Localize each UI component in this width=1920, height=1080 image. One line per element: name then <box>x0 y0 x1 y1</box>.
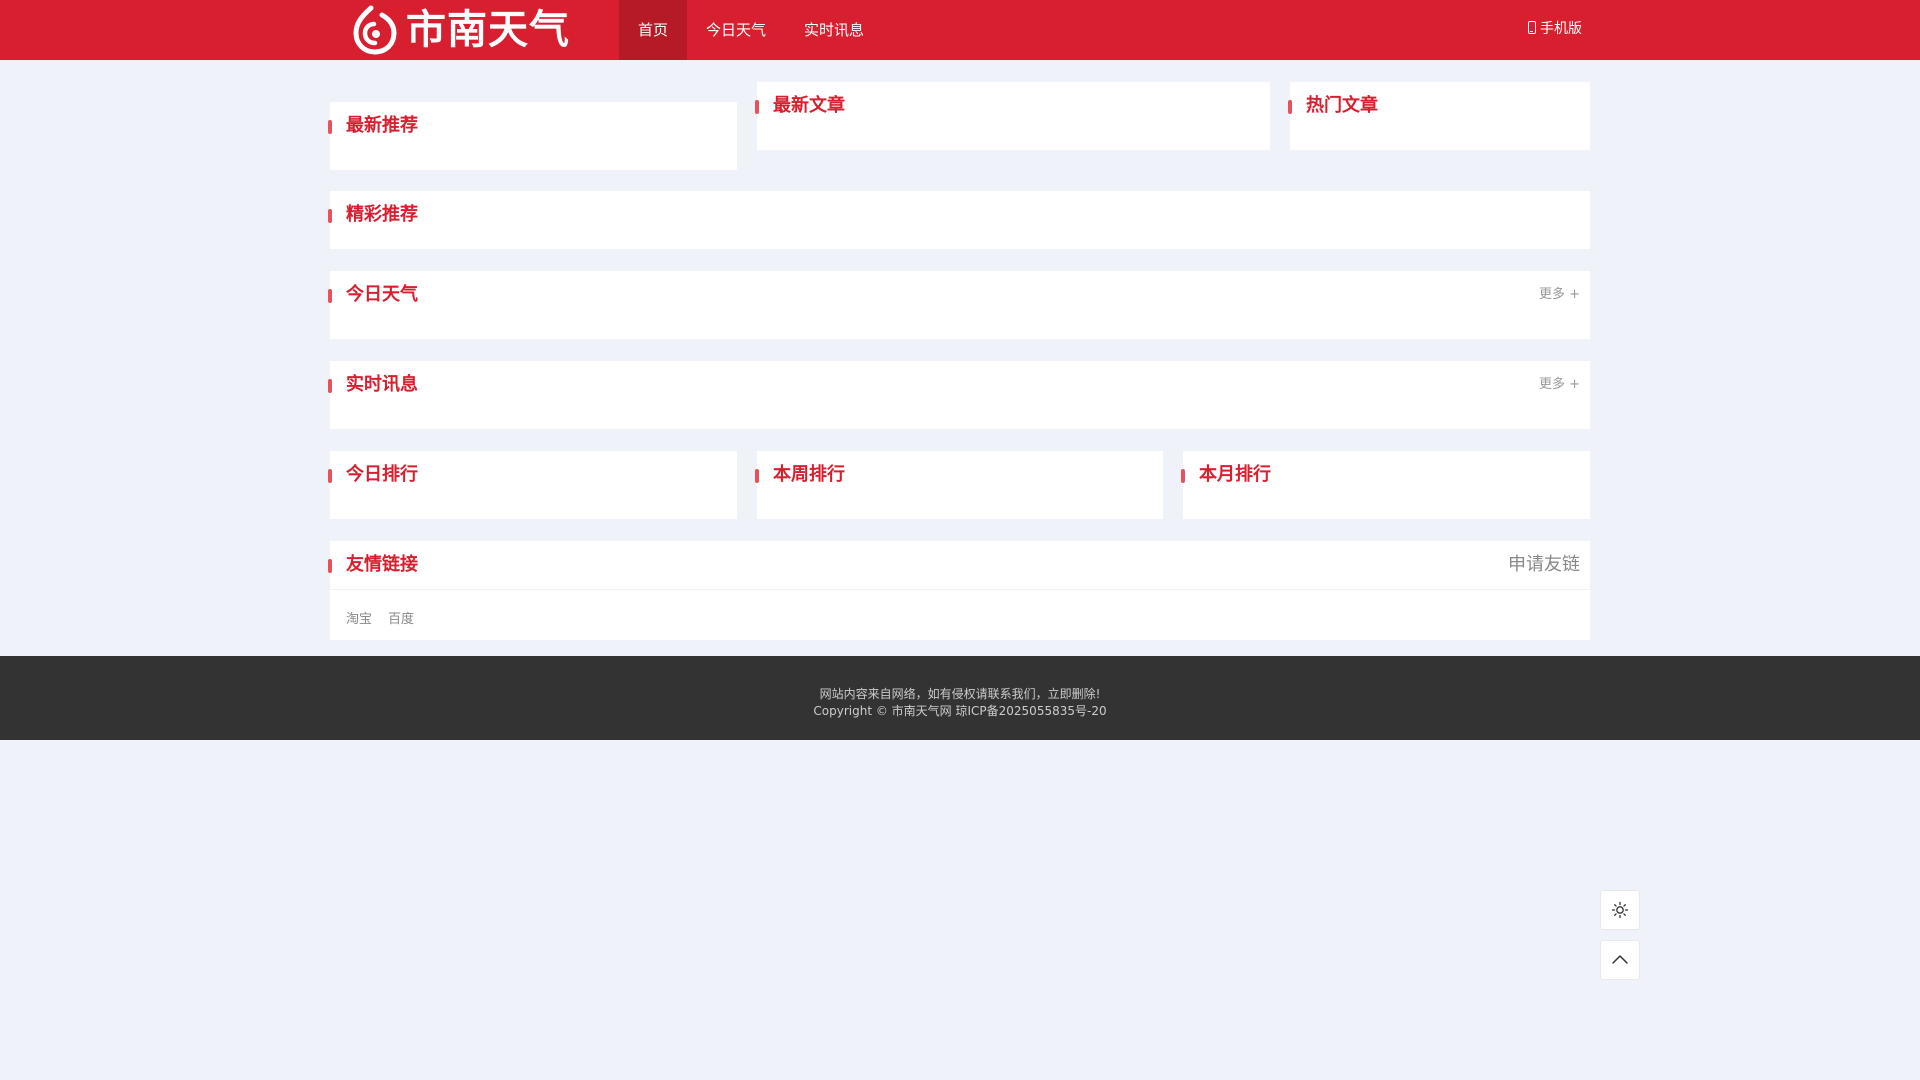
nav-item-realtime-news[interactable]: 实时讯息 <box>785 0 883 60</box>
realtime-news-panel: 实时讯息 更多 + <box>328 361 1590 429</box>
panel-title: 本月排行 <box>1199 464 1271 485</box>
week-rank-panel: 本周排行 <box>755 451 1163 519</box>
phone-icon <box>1528 21 1536 34</box>
latest-recommend-panel: 最新推荐 <box>328 102 737 170</box>
panel-title: 本周排行 <box>773 464 845 485</box>
footer-copyright: Copyright © 市南天气网 琼ICP备2025055835号-20 <box>813 704 1107 718</box>
today-weather-panel: 今日天气 更多 + <box>328 271 1590 339</box>
logo-text: 市南天气 <box>406 7 570 53</box>
chevron-up-icon <box>1612 955 1628 964</box>
more-link[interactable]: 更多 + <box>1539 271 1580 319</box>
panel-title: 今日排行 <box>346 464 418 485</box>
panel-title: 友情链接 <box>346 554 418 575</box>
mobile-version-link[interactable]: 手机版 <box>1528 0 1582 55</box>
friend-link-baidu[interactable]: 百度 <box>388 608 414 639</box>
panel-title: 实时讯息 <box>346 374 418 395</box>
nav-item-home[interactable]: 首页 <box>619 0 688 60</box>
apply-friend-link[interactable]: 申请友链 <box>1508 541 1580 589</box>
today-rank-panel: 今日排行 <box>328 451 737 519</box>
back-to-top-button[interactable] <box>1600 940 1640 980</box>
latest-articles-panel: 最新文章 <box>755 82 1270 150</box>
friend-link-taobao[interactable]: 淘宝 <box>346 608 372 639</box>
friend-links-list: 淘宝 百度 <box>330 589 1590 639</box>
month-rank-panel: 本月排行 <box>1181 451 1590 519</box>
nav-item-today-weather[interactable]: 今日天气 <box>687 0 785 60</box>
hot-articles-panel: 热门文章 <box>1288 82 1590 150</box>
sun-icon <box>1611 901 1629 919</box>
panel-title: 最新推荐 <box>346 115 418 136</box>
site-footer: 网站内容来自网络，如有侵权请联系我们，立即删除! Copyright © 市南天… <box>0 656 1920 740</box>
panel-title: 最新文章 <box>773 95 845 116</box>
theme-toggle-button[interactable] <box>1600 890 1640 930</box>
panel-title: 今日天气 <box>346 284 418 305</box>
top-navbar: 市南天气 首页 今日天气 实时讯息 手机版 <box>0 0 1920 60</box>
site-logo[interactable]: 市南天气 <box>352 5 570 55</box>
footer-disclaimer: 网站内容来自网络，如有侵权请联系我们，立即删除! <box>819 687 1101 701</box>
drop-swirl-icon <box>353 5 397 55</box>
more-link[interactable]: 更多 + <box>1539 361 1580 409</box>
friend-links-panel: 友情链接 申请友链 淘宝 百度 <box>328 541 1590 640</box>
panel-title: 精彩推荐 <box>346 204 418 225</box>
mobile-version-label: 手机版 <box>1540 20 1582 37</box>
featured-panel: 精彩推荐 <box>328 191 1590 249</box>
panel-title: 热门文章 <box>1306 95 1378 116</box>
main-nav: 首页 今日天气 实时讯息 <box>619 0 883 60</box>
